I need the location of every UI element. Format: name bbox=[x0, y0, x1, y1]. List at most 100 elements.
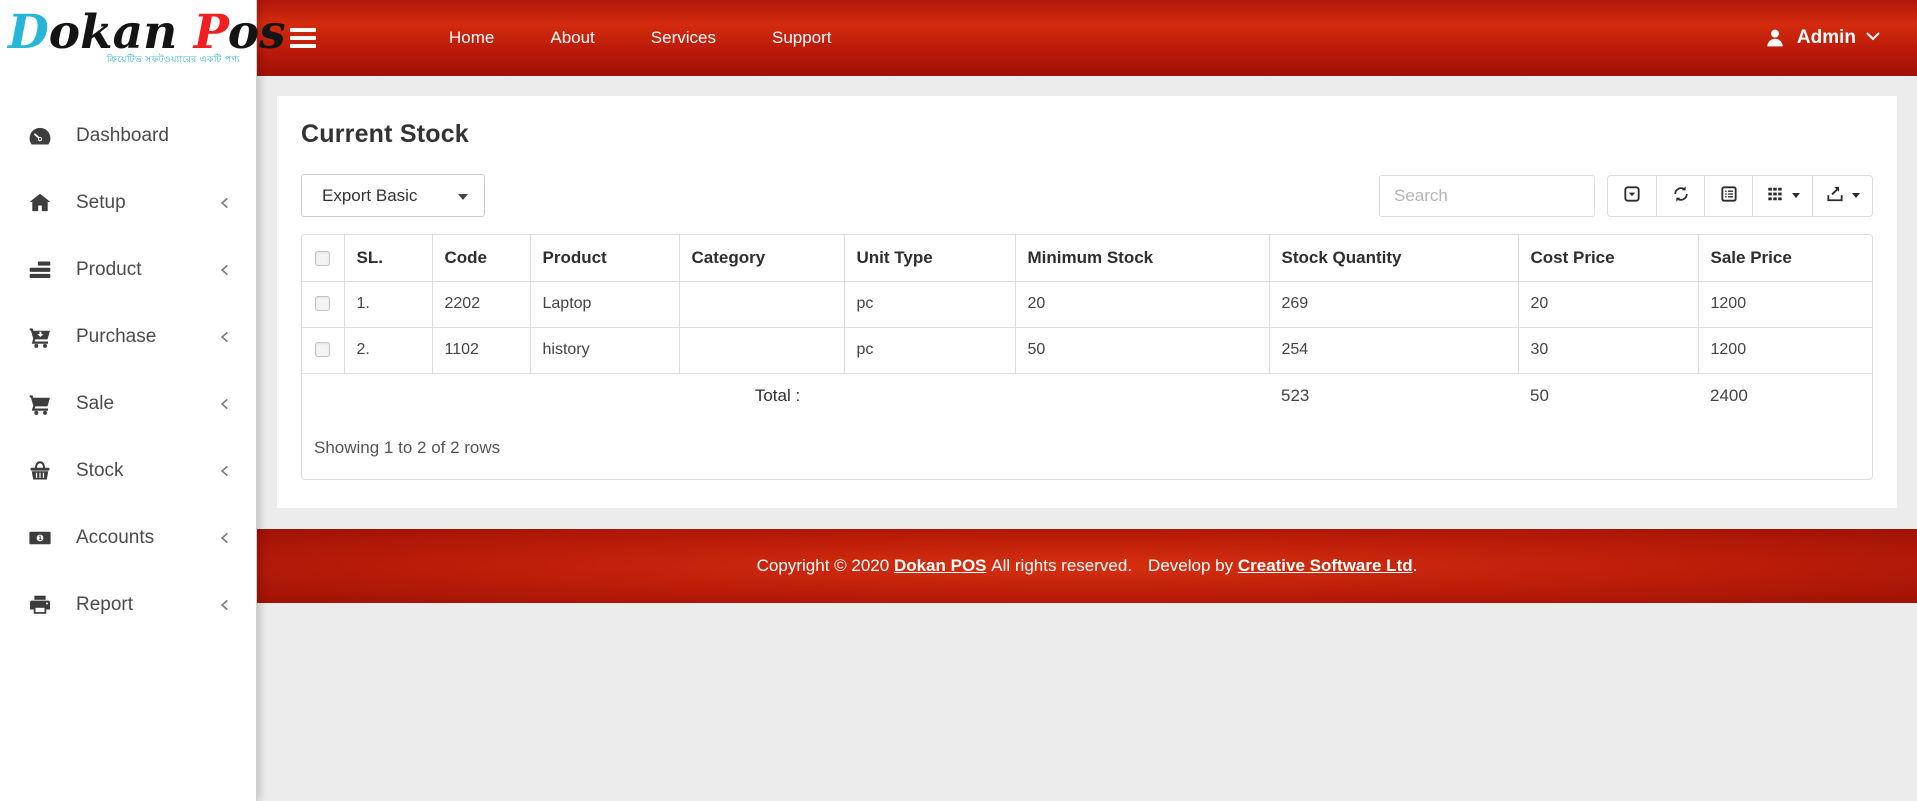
sidebar-item-label: Dashboard bbox=[76, 125, 232, 147]
cell-minimum-stock: 20 bbox=[1015, 281, 1269, 327]
export-select[interactable]: Export Basic bbox=[301, 174, 485, 217]
sidebar-item-product[interactable]: Product bbox=[0, 236, 256, 303]
caret-down-icon bbox=[1792, 193, 1800, 198]
column-header-sale-price[interactable]: Sale Price bbox=[1698, 235, 1872, 281]
page-title: Current Stock bbox=[301, 120, 1873, 149]
sidebar-item-purchase[interactable]: Purchase bbox=[0, 303, 256, 370]
footer-brand-link[interactable]: Dokan POS bbox=[894, 556, 987, 576]
column-header-category[interactable]: Category bbox=[679, 235, 844, 281]
hamburger-menu-icon[interactable] bbox=[290, 28, 316, 48]
column-header-stock-quantity[interactable]: Stock Quantity bbox=[1269, 235, 1518, 281]
table-header-row: SL. Code Product Category Unit Type Mini… bbox=[302, 235, 1872, 281]
sidebar-item-label: Report bbox=[76, 594, 218, 616]
sidebar-item-label: Product bbox=[76, 259, 218, 281]
cell-minimum-stock: 50 bbox=[1015, 327, 1269, 373]
cell-unit-type: pc bbox=[844, 327, 1015, 373]
shopping-basket-icon bbox=[25, 458, 55, 484]
home-icon bbox=[25, 190, 55, 216]
cell-category bbox=[679, 281, 844, 327]
chevron-left-icon bbox=[218, 196, 232, 210]
nav-link-home[interactable]: Home bbox=[421, 18, 522, 58]
table-toolbar: Export Basic bbox=[301, 174, 1873, 217]
sidebar-item-label: Setup bbox=[76, 192, 218, 214]
user-icon bbox=[1763, 26, 1787, 50]
stock-table-container: SL. Code Product Category Unit Type Mini… bbox=[301, 234, 1873, 480]
cart-arrow-down-icon bbox=[25, 324, 55, 350]
money-bill-icon: 1 bbox=[25, 525, 55, 551]
chevron-left-icon bbox=[218, 531, 232, 545]
table-row[interactable]: 1. 2202 Laptop pc 20 269 20 1200 bbox=[302, 281, 1872, 327]
cell-product: history bbox=[530, 327, 679, 373]
brand-letter-d: D bbox=[8, 5, 49, 60]
cell-cost-price: 30 bbox=[1518, 327, 1698, 373]
column-header-minimum-stock[interactable]: Minimum Stock bbox=[1015, 235, 1269, 281]
list-view-icon bbox=[1719, 184, 1739, 207]
chevron-left-icon bbox=[218, 397, 232, 411]
grid-columns-icon bbox=[1765, 184, 1785, 207]
export-select-value: Export Basic bbox=[322, 186, 417, 206]
footer-company-link[interactable]: Creative Software Ltd bbox=[1238, 556, 1413, 576]
cell-stock-quantity: 254 bbox=[1269, 327, 1518, 373]
sidebar-item-label: Accounts bbox=[76, 527, 218, 549]
export-dropdown-button[interactable] bbox=[1812, 176, 1872, 216]
nav-link-support[interactable]: Support bbox=[744, 18, 860, 58]
cell-cost-price: 20 bbox=[1518, 281, 1698, 327]
nav-link-services[interactable]: Services bbox=[623, 18, 744, 58]
sidebar-item-stock[interactable]: Stock bbox=[0, 437, 256, 504]
sidebar-item-sale[interactable]: Sale bbox=[0, 370, 256, 437]
cell-unit-type: pc bbox=[844, 281, 1015, 327]
chevron-left-icon bbox=[218, 330, 232, 344]
row-checkbox-cell bbox=[302, 327, 344, 373]
sidebar-item-dashboard[interactable]: Dashboard bbox=[0, 102, 256, 169]
chevron-left-icon bbox=[218, 598, 232, 612]
column-header-sl[interactable]: SL. bbox=[344, 235, 432, 281]
row-checkbox-cell bbox=[302, 281, 344, 327]
refresh-icon bbox=[1671, 184, 1691, 207]
current-stock-card: Current Stock Export Basic bbox=[277, 96, 1897, 508]
footer-develop-by: Develop by bbox=[1148, 556, 1233, 576]
cell-sale-price: 1200 bbox=[1698, 281, 1872, 327]
column-header-product[interactable]: Product bbox=[530, 235, 679, 281]
toggle-pagination-button[interactable] bbox=[1608, 176, 1656, 216]
cell-sl: 1. bbox=[344, 281, 432, 327]
sidebar-item-label: Stock bbox=[76, 460, 218, 482]
nav-link-about[interactable]: About bbox=[522, 18, 622, 58]
footer-period: . bbox=[1413, 556, 1418, 576]
user-menu[interactable]: Admin bbox=[1763, 26, 1881, 50]
total-sale-price: 2400 bbox=[1698, 373, 1872, 419]
select-all-checkbox[interactable] bbox=[315, 251, 330, 266]
chevron-down-icon bbox=[1865, 29, 1881, 47]
table-button-group bbox=[1607, 175, 1873, 217]
row-checkbox[interactable] bbox=[315, 296, 330, 311]
toggle-view-button[interactable] bbox=[1704, 176, 1752, 216]
pagination-summary: Showing 1 to 2 of 2 rows bbox=[302, 419, 1872, 479]
total-stock-quantity: 523 bbox=[1269, 373, 1518, 419]
column-header-code[interactable]: Code bbox=[432, 235, 530, 281]
sidebar-item-setup[interactable]: Setup bbox=[0, 169, 256, 236]
search-input[interactable] bbox=[1379, 175, 1595, 217]
header-checkbox-cell bbox=[302, 235, 344, 281]
stock-table: SL. Code Product Category Unit Type Mini… bbox=[302, 235, 1872, 419]
chevron-left-icon bbox=[218, 263, 232, 277]
printer-icon bbox=[25, 592, 55, 618]
cell-sale-price: 1200 bbox=[1698, 327, 1872, 373]
column-header-cost-price[interactable]: Cost Price bbox=[1518, 235, 1698, 281]
table-total-row: Total : 523 50 2400 bbox=[302, 373, 1872, 419]
select-caret-icon bbox=[458, 194, 468, 200]
cell-code: 2202 bbox=[432, 281, 530, 327]
tachometer-icon bbox=[25, 123, 55, 149]
sidebar-item-accounts[interactable]: 1 Accounts bbox=[0, 504, 256, 571]
brand-logo[interactable]: Dokan Pos ক্রিয়েটিভ সফটওয়্যারের একটি প… bbox=[0, 0, 256, 86]
cell-category bbox=[679, 327, 844, 373]
sidebar: Dokan Pos ক্রিয়েটিভ সফটওয়্যারের একটি প… bbox=[0, 0, 257, 801]
sidebar-item-report[interactable]: Report bbox=[0, 571, 256, 638]
columns-dropdown-button[interactable] bbox=[1752, 176, 1812, 216]
refresh-button[interactable] bbox=[1656, 176, 1704, 216]
row-checkbox[interactable] bbox=[315, 342, 330, 357]
cell-sl: 2. bbox=[344, 327, 432, 373]
table-row[interactable]: 2. 1102 history pc 50 254 30 1200 bbox=[302, 327, 1872, 373]
chevron-left-icon bbox=[218, 464, 232, 478]
cell-code: 1102 bbox=[432, 327, 530, 373]
column-header-unit-type[interactable]: Unit Type bbox=[844, 235, 1015, 281]
export-icon bbox=[1825, 184, 1845, 207]
